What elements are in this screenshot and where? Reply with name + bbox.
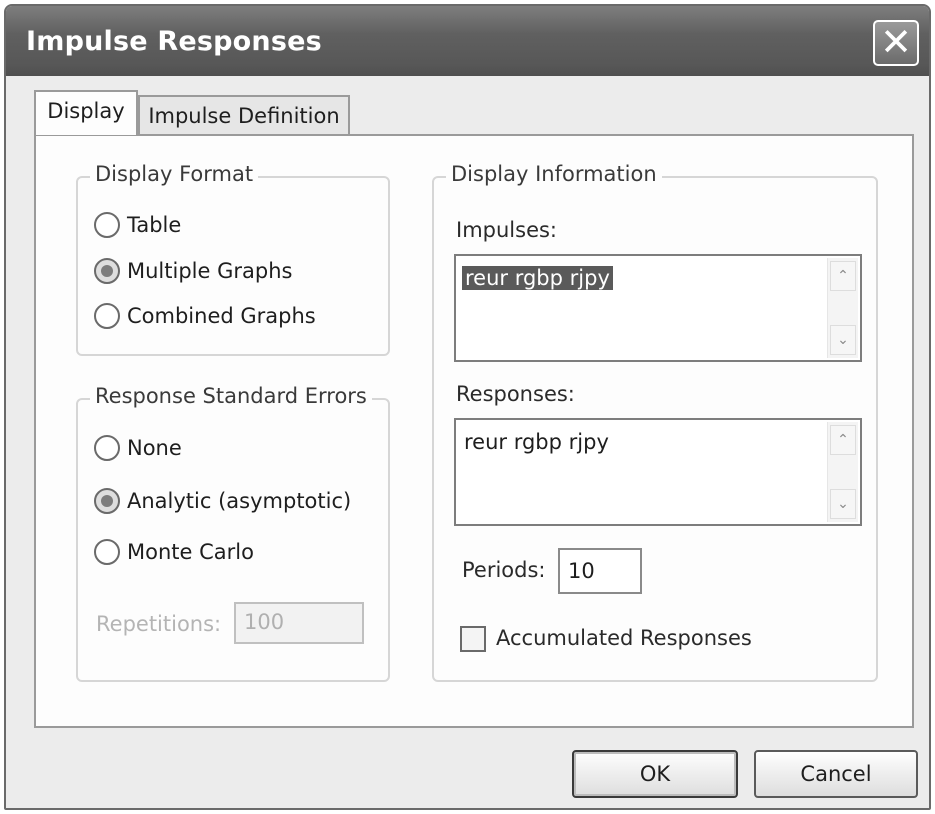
responses-value[interactable]: reur rgbp rjpy xyxy=(464,430,609,454)
impulses-label: Impulses: xyxy=(456,218,558,242)
title-bar[interactable]: Impulse Responses ✕ xyxy=(6,6,929,76)
tab-display-label: Display xyxy=(47,99,125,123)
radio-none[interactable]: None xyxy=(94,433,182,463)
impulses-scrollbar[interactable]: ⌃ ⌄ xyxy=(827,258,858,358)
accumulated-responses-checkbox[interactable] xyxy=(460,626,486,652)
impulses-value[interactable]: reur rgbp rjpy xyxy=(462,266,613,290)
radio-table[interactable]: Table xyxy=(94,210,181,240)
periods-input[interactable]: 10 xyxy=(558,548,642,594)
responses-listbox[interactable]: reur rgbp rjpy ⌃ ⌄ xyxy=(454,418,862,526)
dialog-title: Impulse Responses xyxy=(26,26,322,57)
standard-errors-legend: Response Standard Errors xyxy=(90,384,372,408)
responses-scrollbar[interactable]: ⌃ ⌄ xyxy=(827,422,858,522)
radio-analytic[interactable]: Analytic (asymptotic) xyxy=(94,486,351,516)
impulses-listbox[interactable]: reur rgbp rjpy ⌃ ⌄ xyxy=(454,254,862,362)
repetitions-input[interactable]: 100 xyxy=(234,602,364,644)
display-format-legend: Display Format xyxy=(90,162,259,186)
impulse-responses-dialog: Impulse Responses ✕ Display Impulse Defi… xyxy=(4,4,931,810)
tab-impulse-definition-label: Impulse Definition xyxy=(148,104,340,128)
chevron-up-icon[interactable]: ⌃ xyxy=(830,261,856,291)
radio-combined-graphs-label: Combined Graphs xyxy=(127,304,316,328)
display-information-group: Display Information Impulses: reur rgbp … xyxy=(432,162,878,682)
periods-label: Periods: xyxy=(462,558,546,582)
radio-table-indicator[interactable] xyxy=(94,212,120,238)
dialog-body: Display Impulse Definition Display Forma… xyxy=(6,76,929,808)
radio-none-indicator[interactable] xyxy=(94,435,120,461)
chevron-down-icon[interactable]: ⌄ xyxy=(830,325,856,355)
standard-errors-group: Response Standard Errors None Analytic (… xyxy=(76,384,390,682)
display-information-legend: Display Information xyxy=(446,162,662,186)
ok-button[interactable]: OK xyxy=(572,750,738,798)
radio-none-label: None xyxy=(127,436,182,460)
radio-combined-graphs[interactable]: Combined Graphs xyxy=(94,301,316,331)
radio-selected-dot xyxy=(101,265,113,277)
chevron-up-icon[interactable]: ⌃ xyxy=(830,425,856,455)
radio-multiple-graphs-label: Multiple Graphs xyxy=(127,259,293,283)
radio-selected-dot xyxy=(101,495,113,507)
repetitions-label: Repetitions: xyxy=(96,612,222,636)
chevron-down-icon[interactable]: ⌄ xyxy=(830,489,856,519)
accumulated-responses-label: Accumulated Responses xyxy=(496,626,752,650)
responses-label: Responses: xyxy=(456,382,575,406)
tab-display[interactable]: Display xyxy=(34,90,138,135)
cancel-button[interactable]: Cancel xyxy=(754,750,918,798)
radio-analytic-indicator[interactable] xyxy=(94,488,120,514)
radio-table-label: Table xyxy=(127,213,182,237)
radio-multiple-graphs-indicator[interactable] xyxy=(94,258,120,284)
radio-analytic-label: Analytic (asymptotic) xyxy=(127,489,352,513)
tab-impulse-definition[interactable]: Impulse Definition xyxy=(138,95,350,135)
display-tab-panel: Display Format Table Multiple Graphs Com… xyxy=(34,134,914,728)
radio-monte-carlo-indicator[interactable] xyxy=(94,539,120,565)
radio-monte-carlo[interactable]: Monte Carlo xyxy=(94,537,254,567)
close-icon[interactable]: ✕ xyxy=(873,20,919,66)
radio-combined-graphs-indicator[interactable] xyxy=(94,303,120,329)
radio-monte-carlo-label: Monte Carlo xyxy=(127,540,254,564)
radio-multiple-graphs[interactable]: Multiple Graphs xyxy=(94,256,292,286)
display-format-group: Display Format Table Multiple Graphs Com… xyxy=(76,162,390,356)
